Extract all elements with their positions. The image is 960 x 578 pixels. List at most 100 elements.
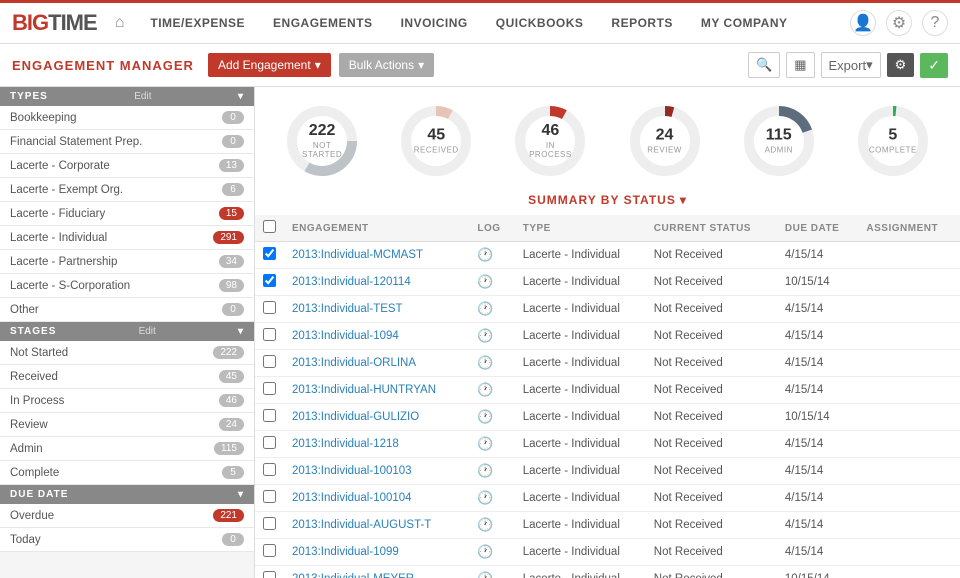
engagement-link[interactable]: 2013:Individual-ORLINA [292, 357, 416, 369]
log-clock-icon[interactable]: 🕐 [477, 274, 493, 289]
log-clock-icon[interactable]: 🕐 [477, 355, 493, 370]
engagement-link[interactable]: 2013:Individual-100103 [292, 465, 412, 477]
help-icon[interactable]: ? [922, 10, 948, 36]
row-checkbox[interactable] [263, 409, 276, 422]
sidebar-item-other[interactable]: Other 0 [0, 298, 254, 322]
sidebar-item-in-process[interactable]: In Process 46 [0, 389, 254, 413]
row-due-date: 10/15/14 [777, 566, 859, 578]
engagement-link[interactable]: 2013:Individual-MCMAST [292, 249, 423, 261]
due-date-section-header: DUE DATE ▾ [0, 485, 254, 504]
row-checkbox[interactable] [263, 490, 276, 503]
stages-edit-button[interactable]: Edit [139, 326, 156, 337]
search-button[interactable]: 🔍 [748, 52, 780, 78]
bulk-actions-button[interactable]: Bulk Actions ▾ [339, 53, 434, 77]
sidebar-item-financial-statement[interactable]: Financial Statement Prep. 0 [0, 130, 254, 154]
row-type: Lacerte - Individual [515, 296, 646, 323]
row-type: Lacerte - Individual [515, 485, 646, 512]
user-icon[interactable]: 👤 [850, 10, 876, 36]
row-checkbox-cell [255, 404, 284, 431]
sidebar-item-lacerte-exempt[interactable]: Lacerte - Exempt Org. 6 [0, 178, 254, 202]
add-engagement-button[interactable]: Add Engagement ▾ [208, 53, 331, 77]
engagement-link[interactable]: 2013:Individual-MEYER [292, 573, 414, 578]
row-engagement: 2013:Individual-ORLINA [284, 350, 469, 377]
donut-not-started: 222 NOT STARTED [282, 101, 362, 181]
log-clock-icon[interactable]: 🕐 [477, 463, 493, 478]
nav-reports[interactable]: REPORTS [597, 1, 687, 45]
confirm-button[interactable]: ✓ [920, 53, 948, 78]
row-status: Not Received [646, 404, 777, 431]
nav-quickbooks[interactable]: QUICKBOOKS [482, 1, 598, 45]
engagement-link[interactable]: 2013:Individual-TEST [292, 303, 403, 315]
row-checkbox[interactable] [263, 247, 276, 260]
row-checkbox[interactable] [263, 517, 276, 530]
sidebar-item-complete[interactable]: Complete 5 [0, 461, 254, 485]
row-checkbox[interactable] [263, 382, 276, 395]
engagement-link[interactable]: 2013:Individual-HUNTRYAN [292, 384, 436, 396]
sidebar-item-review[interactable]: Review 24 [0, 413, 254, 437]
engagement-link[interactable]: 2013:Individual-120114 [292, 276, 411, 288]
row-due-date: 4/15/14 [777, 485, 859, 512]
nav-my-company[interactable]: MY COMPANY [687, 1, 802, 45]
engagement-link[interactable]: 2013:Individual-1218 [292, 438, 399, 450]
row-checkbox[interactable] [263, 301, 276, 314]
log-clock-icon[interactable]: 🕐 [477, 544, 493, 559]
sidebar-item-overdue[interactable]: Overdue 221 [0, 504, 254, 528]
select-all-checkbox[interactable] [263, 220, 276, 233]
header-checkbox-cell [255, 215, 284, 242]
row-checkbox[interactable] [263, 328, 276, 341]
log-clock-icon[interactable]: 🕐 [477, 247, 493, 262]
types-edit-button[interactable]: Edit [134, 91, 151, 102]
sidebar-item-lacerte-partnership[interactable]: Lacerte - Partnership 34 [0, 250, 254, 274]
engagement-link[interactable]: 2013:Individual-1099 [292, 546, 399, 558]
home-nav-icon[interactable]: ⌂ [115, 14, 125, 32]
sidebar-item-received[interactable]: Received 45 [0, 365, 254, 389]
settings-gear-button[interactable]: ⚙ [887, 53, 915, 77]
log-clock-icon[interactable]: 🕐 [477, 328, 493, 343]
nav-invoicing[interactable]: INVOICING [387, 1, 482, 45]
sidebar-item-lacerte-corporate[interactable]: Lacerte - Corporate 13 [0, 154, 254, 178]
page-title: ENGAGEMENT MANAGER [12, 58, 194, 73]
nav-engagements[interactable]: ENGAGEMENTS [259, 1, 387, 45]
log-clock-icon[interactable]: 🕐 [477, 490, 493, 505]
row-checkbox[interactable] [263, 355, 276, 368]
sidebar-item-not-started[interactable]: Not Started 222 [0, 341, 254, 365]
due-date-label: DUE DATE [10, 489, 68, 500]
log-clock-icon[interactable]: 🕐 [477, 436, 493, 451]
sidebar-item-lacerte-scorp[interactable]: Lacerte - S-Corporation 98 [0, 274, 254, 298]
engagement-link[interactable]: 2013:Individual-100104 [292, 492, 412, 504]
summary-chevron-icon: ▾ [680, 193, 687, 207]
row-checkbox[interactable] [263, 544, 276, 557]
row-engagement: 2013:Individual-MCMAST [284, 242, 469, 269]
row-assignment [858, 296, 960, 323]
row-engagement: 2013:Individual-HUNTRYAN [284, 377, 469, 404]
engagement-link[interactable]: 2013:Individual-GULIZIO [292, 411, 419, 423]
sidebar-item-lacerte-individual[interactable]: Lacerte - Individual 291 [0, 226, 254, 250]
export-button[interactable]: Export ▾ [821, 52, 881, 78]
summary-title: SUMMARY BY STATUS ▾ [255, 189, 960, 215]
filter-button[interactable]: ▦ [786, 52, 814, 78]
engagement-link[interactable]: 2013:Individual-1094 [292, 330, 399, 342]
row-checkbox[interactable] [263, 274, 276, 287]
header-due-date: DUE DATE [777, 215, 859, 242]
sidebar-item-today[interactable]: Today 0 [0, 528, 254, 552]
log-clock-icon[interactable]: 🕐 [477, 382, 493, 397]
sidebar-item-lacerte-fiduciary[interactable]: Lacerte - Fiduciary 15 [0, 202, 254, 226]
row-status: Not Received [646, 242, 777, 269]
row-engagement: 2013:Individual-1099 [284, 539, 469, 566]
sidebar-item-bookkeeping[interactable]: Bookkeeping 0 [0, 106, 254, 130]
row-log: 🕐 [469, 485, 514, 512]
row-checkbox[interactable] [263, 436, 276, 449]
row-checkbox[interactable] [263, 463, 276, 476]
settings-icon[interactable]: ⚙ [886, 10, 912, 36]
row-due-date: 4/15/14 [777, 350, 859, 377]
log-clock-icon[interactable]: 🕐 [477, 409, 493, 424]
nav-time-expense[interactable]: TIME/EXPENSE [136, 1, 259, 45]
donut-received-chart: 45 RECEIVED [396, 101, 476, 181]
sidebar-item-admin[interactable]: Admin 115 [0, 437, 254, 461]
row-engagement: 2013:Individual-1218 [284, 431, 469, 458]
row-assignment [858, 431, 960, 458]
engagement-link[interactable]: 2013:Individual-AUGUST-T [292, 519, 431, 531]
log-clock-icon[interactable]: 🕐 [477, 517, 493, 532]
donut-in-process: 46 IN PROCESS [510, 101, 590, 181]
log-clock-icon[interactable]: 🕐 [477, 301, 493, 316]
